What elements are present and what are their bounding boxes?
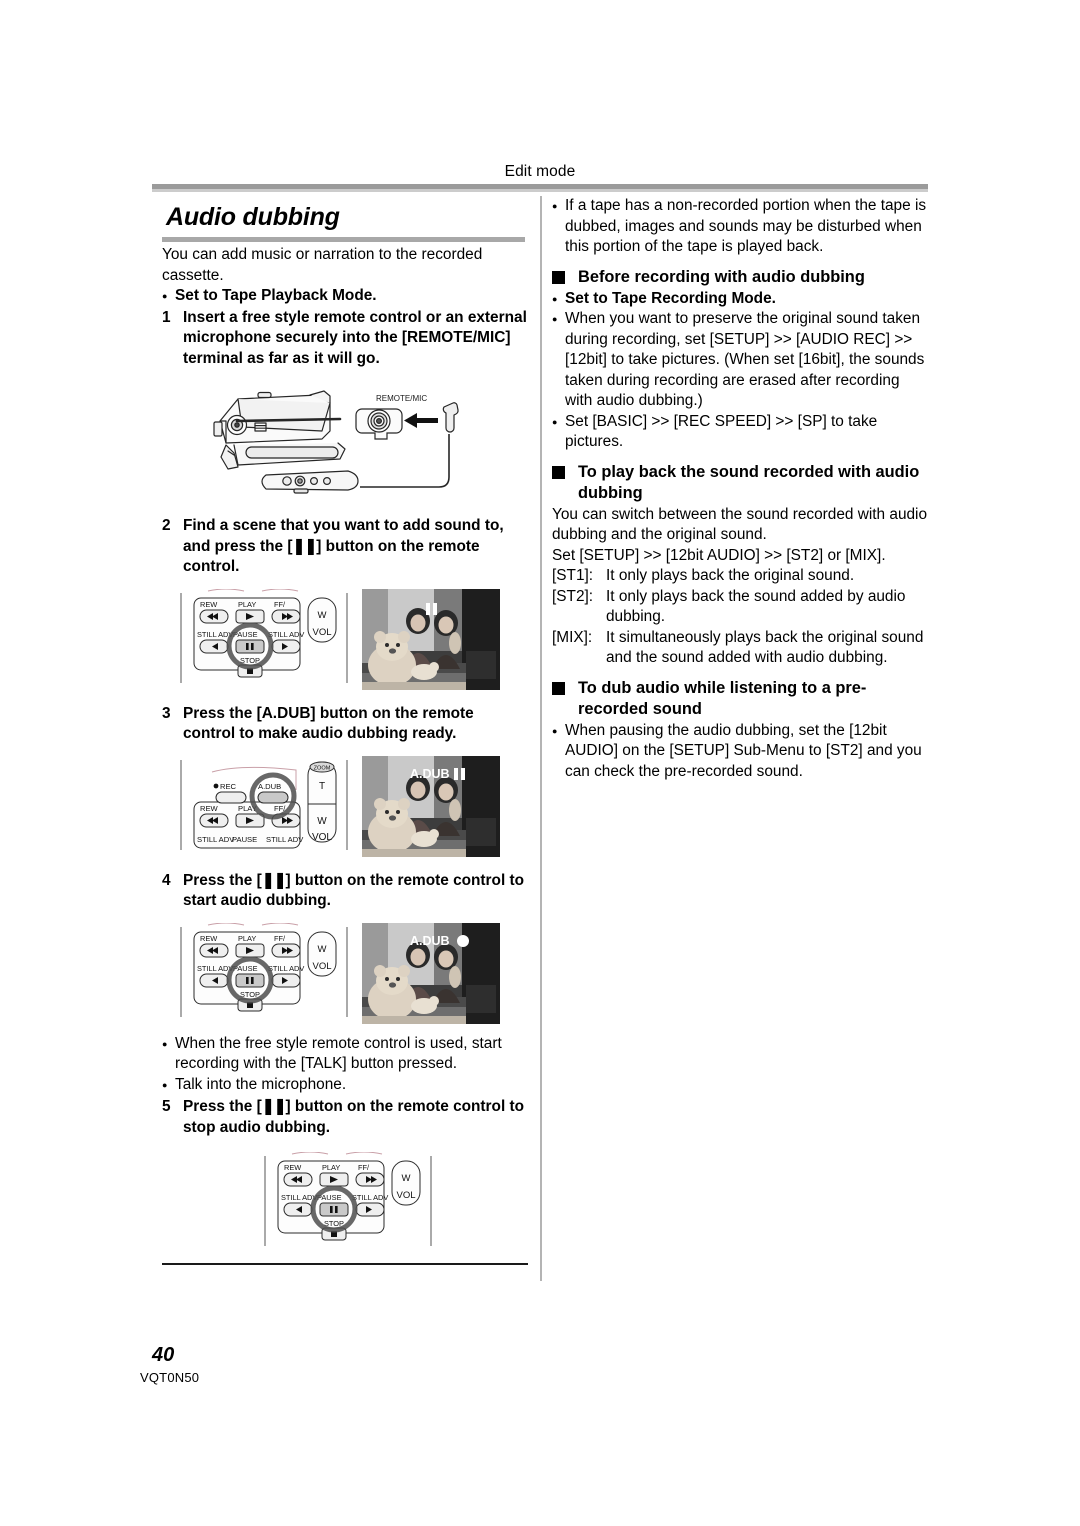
step-3-figures: ZOOM T W VOL REC A.DUB REW PLAY FF/ STIL… xyxy=(176,755,528,857)
note-talk-microphone: Talk into the microphone. xyxy=(162,1075,528,1096)
title-underline-rule xyxy=(162,237,525,242)
insert-direction-arrow xyxy=(404,413,438,428)
svg-text:STILL ADV: STILL ADV xyxy=(281,1193,317,1202)
mode-desc-st1: It only plays back the original sound. xyxy=(606,567,855,584)
osd-adub-label: A.DUB xyxy=(410,767,450,781)
mode-desc-st2: It only plays back the sound added by au… xyxy=(606,587,906,626)
svg-text:A.DUB: A.DUB xyxy=(258,782,281,791)
step-4-text-before: Press the [ xyxy=(183,871,262,889)
svg-text:STILL ADV: STILL ADV xyxy=(197,835,235,844)
svg-text:STILL ADV: STILL ADV xyxy=(197,630,233,639)
svg-text:REC: REC xyxy=(220,782,237,791)
svg-text:FF/: FF/ xyxy=(274,600,286,609)
pause-glyph: ❚❚ xyxy=(261,871,287,889)
step-3-text: Press the [A.DUB] button on the remote c… xyxy=(183,704,474,743)
mode-key-st1: [ST1]: xyxy=(552,567,594,584)
step-5-figure-wrap: REW PLAY FF/ STILL ADV PAUSE STILL ADV S… xyxy=(260,1151,528,1255)
heading-dub-while-listening: To dub audio while listening to a pre-re… xyxy=(552,678,930,720)
precondition-bullet: Set to Tape Playback Mode. xyxy=(162,286,528,307)
svg-text:PLAY: PLAY xyxy=(238,600,256,609)
left-column-bottom-rule xyxy=(162,1263,528,1265)
remote-figure-adub: ZOOM T W VOL REC A.DUB REW PLAY FF/ STIL… xyxy=(180,759,348,850)
step-5-number: 5 xyxy=(162,1098,171,1115)
step-3: 3 Press the [A.DUB] button on the remote… xyxy=(162,704,528,745)
svg-text:VOL: VOL xyxy=(312,627,331,638)
step-2-number: 2 xyxy=(162,517,171,534)
bullet-rec-speed-sp: Set [BASIC] >> [REC SPEED] >> [SP] to ta… xyxy=(552,412,930,453)
step-5: 5 Press the [❚❚] button on the remote co… xyxy=(162,1097,528,1138)
playback-setting-path: Set [SETUP] >> [12bit AUDIO] >> [ST2] or… xyxy=(552,546,886,564)
svg-text:REW: REW xyxy=(284,1163,301,1172)
video-still-step3: A.DUB xyxy=(362,755,500,857)
pause-glyph: ❚❚ xyxy=(292,537,317,555)
remote-mic-terminal-label: REMOTE/MIC xyxy=(376,394,427,403)
mode-row-st2: [ST2]: It only plays back the sound adde… xyxy=(552,587,930,628)
step-1: 1 Insert a free style remote control or … xyxy=(162,308,528,370)
left-column: Audio dubbing You can add music or narra… xyxy=(162,196,528,1255)
step-5-text-before: Press the [ xyxy=(183,1098,262,1115)
pause-glyph: ❚❚ xyxy=(261,1098,287,1115)
step-2: 2 Find a scene that you want to add soun… xyxy=(162,516,528,578)
playback-body-text: You can switch between the sound recorde… xyxy=(552,505,928,544)
mode-row-mix: [MIX]: It simultaneously plays back the … xyxy=(552,628,930,669)
svg-text:W: W xyxy=(317,816,327,827)
step-4-number: 4 xyxy=(162,871,171,889)
svg-text:PAUSE: PAUSE xyxy=(232,835,257,844)
svg-text:REW: REW xyxy=(200,804,219,813)
manual-page: Edit mode Audio dubbing You can add musi… xyxy=(0,0,1080,1526)
svg-text:VOL: VOL xyxy=(312,832,332,843)
osd-adub-label: A.DUB xyxy=(410,934,450,948)
mode-desc-mix: It simultaneously plays back the origina… xyxy=(606,628,924,667)
osd-record-dot xyxy=(457,934,469,947)
svg-text:REW: REW xyxy=(200,600,217,609)
note-talk-button: When the free style remote control is us… xyxy=(162,1034,528,1075)
note-non-recorded-portion: If a tape has a non-recorded portion whe… xyxy=(552,196,930,258)
step-3-number: 3 xyxy=(162,704,171,722)
svg-text:STILL ADV: STILL ADV xyxy=(268,964,304,973)
mode-row-st1: [ST1]: It only plays back the original s… xyxy=(552,566,930,587)
header-rule-light xyxy=(152,189,928,192)
intro-paragraph: You can add music or narration to the re… xyxy=(162,246,483,284)
column-divider xyxy=(540,196,542,1281)
svg-text:FF/: FF/ xyxy=(358,1163,370,1172)
camera-remote-mic-figure: REMOTE/MIC xyxy=(213,390,459,494)
step-4: 4 Press the [❚❚] button on the remote co… xyxy=(162,871,528,912)
part-number: VQT0N50 xyxy=(140,1370,200,1385)
svg-text:PLAY: PLAY xyxy=(238,934,256,943)
svg-text:STILL ADV: STILL ADV xyxy=(197,964,233,973)
bullet-pausing-audio-dubbing: When pausing the audio dubbing, set the … xyxy=(552,721,930,783)
step-1-text: Insert a free style remote control or an… xyxy=(183,308,527,367)
bullet-set-tape-recording-mode: Set to Tape Recording Mode. xyxy=(552,289,930,310)
svg-text:W: W xyxy=(318,944,327,955)
heading-before-recording: Before recording with audio dubbing xyxy=(552,267,930,288)
heading-playback-recorded-sound: To play back the sound recorded with aud… xyxy=(552,462,930,504)
svg-text:PLAY: PLAY xyxy=(322,1163,340,1172)
mode-key-st2: [ST2]: xyxy=(552,587,594,605)
running-head: Edit mode xyxy=(504,163,576,180)
svg-text:REW: REW xyxy=(200,934,217,943)
svg-text:VOL: VOL xyxy=(396,1190,415,1201)
step-1-number: 1 xyxy=(162,308,171,326)
video-still-step2 xyxy=(362,588,500,690)
remote-figure-pause-stop: REW PLAY FF/ STILL ADV PAUSE STILL ADV S… xyxy=(264,1151,432,1246)
right-column: If a tape has a non-recorded portion whe… xyxy=(552,196,930,782)
svg-text:W: W xyxy=(318,610,327,621)
svg-text:STILL ADV: STILL ADV xyxy=(266,835,304,844)
page-title: Audio dubbing xyxy=(166,203,340,231)
svg-text:T: T xyxy=(319,781,325,792)
svg-text:W: W xyxy=(402,1173,411,1184)
step-4-figures: REW PLAY FF/ STILL ADV PAUSE STILL ADV S… xyxy=(176,922,528,1024)
svg-text:VOL: VOL xyxy=(312,961,331,972)
mode-key-mix: [MIX]: xyxy=(552,628,593,646)
remote-figure-pause-start: REW PLAY FF/ STILL ADV PAUSE STILL ADV S… xyxy=(180,922,348,1017)
step-2-figures: REW PLAY FF/ STILL ADV PAUSE STILL ADV S… xyxy=(176,588,528,690)
remote-figure-pause: REW PLAY FF/ STILL ADV PAUSE STILL ADV S… xyxy=(180,588,348,683)
page-number: 40 xyxy=(152,1344,175,1366)
svg-text:FF/: FF/ xyxy=(274,934,286,943)
bullet-preserve-original-sound: When you want to preserve the original s… xyxy=(552,309,930,412)
svg-text:STILL ADV: STILL ADV xyxy=(352,1193,388,1202)
video-still-step4: A.DUB xyxy=(362,922,500,1024)
zoom-label: ZOOM xyxy=(314,765,331,771)
svg-text:STILL ADV: STILL ADV xyxy=(268,630,304,639)
